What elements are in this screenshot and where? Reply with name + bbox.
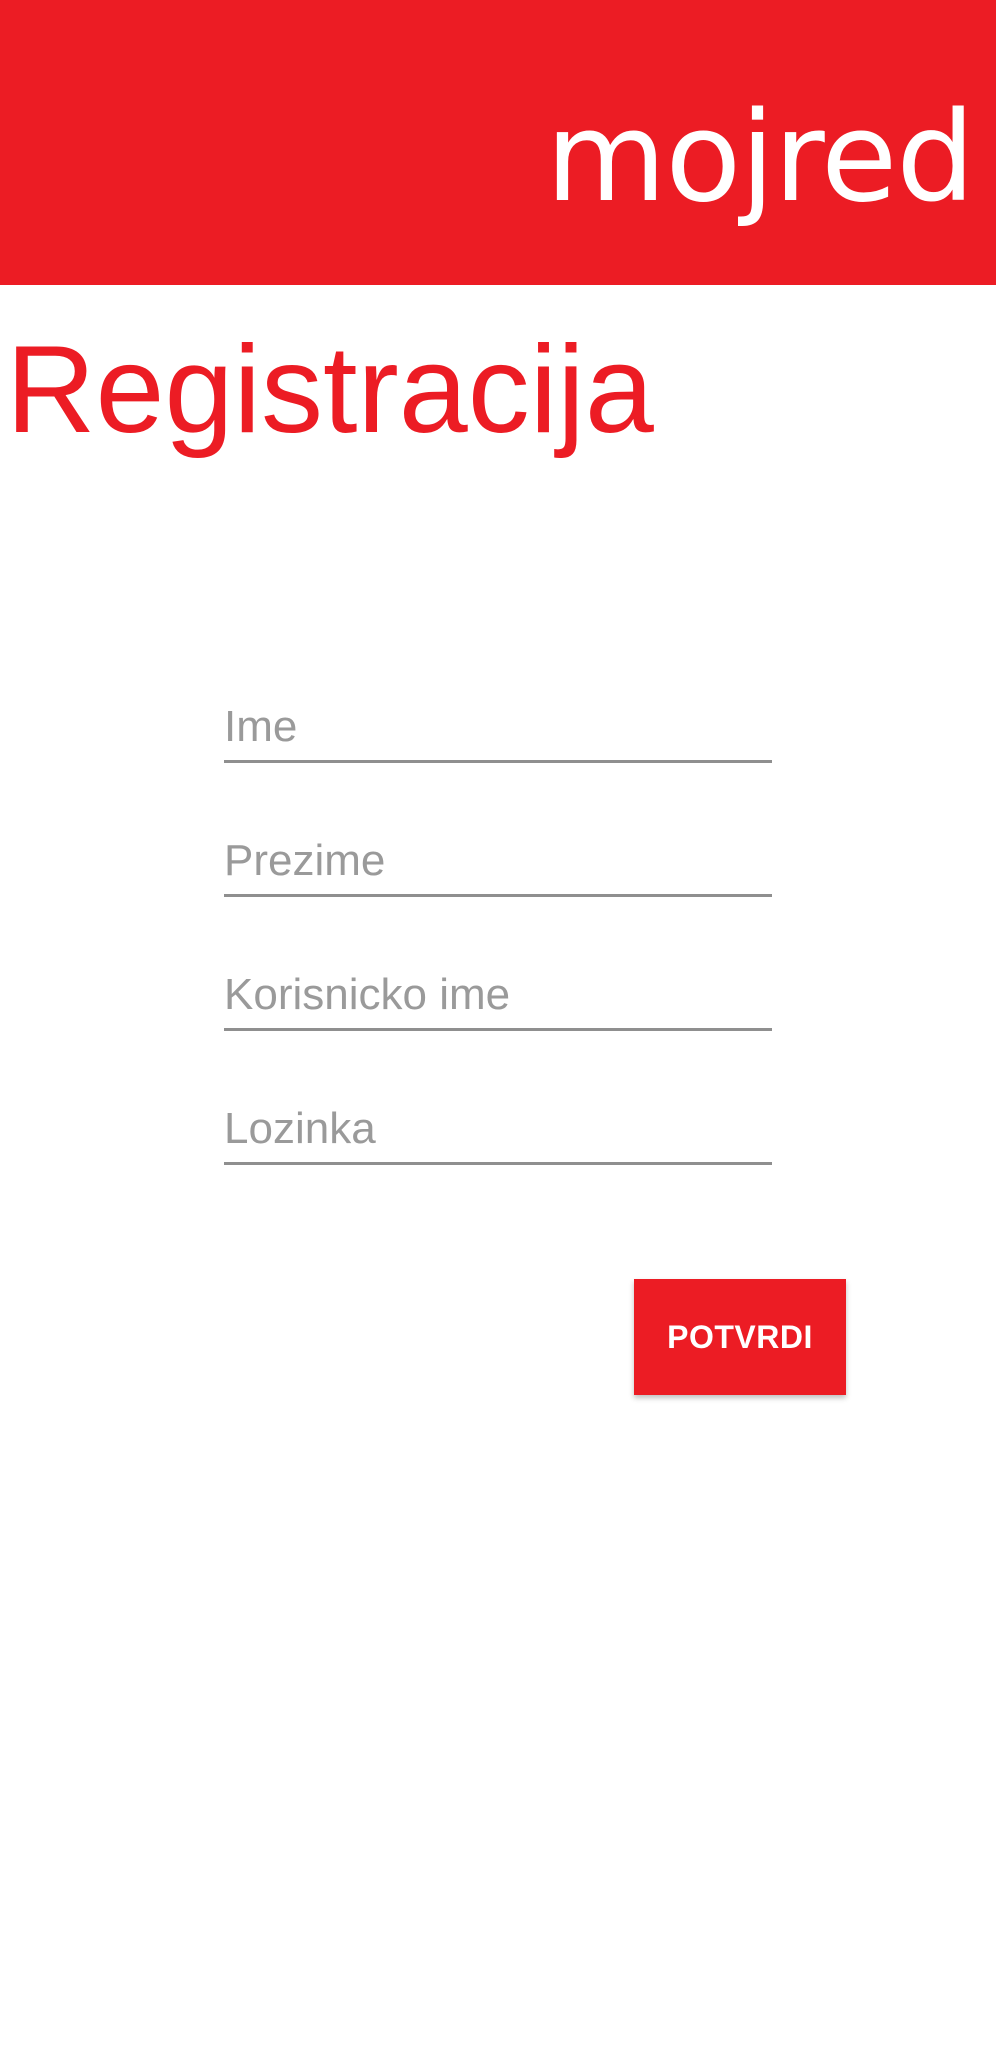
password-input[interactable] bbox=[224, 1100, 772, 1158]
registration-screen: mojred Registracija POTVRDI bbox=[0, 0, 996, 2048]
page-title: Registracija bbox=[6, 321, 654, 459]
confirm-button[interactable]: POTVRDI bbox=[634, 1279, 846, 1395]
username-input[interactable] bbox=[224, 966, 772, 1024]
username-field bbox=[224, 966, 772, 1031]
first-name-field bbox=[224, 698, 772, 763]
last-name-field bbox=[224, 832, 772, 897]
app-logo: mojred bbox=[545, 86, 975, 230]
password-field bbox=[224, 1100, 772, 1165]
app-header: mojred bbox=[0, 0, 996, 285]
last-name-input[interactable] bbox=[224, 832, 772, 890]
first-name-input[interactable] bbox=[224, 698, 772, 756]
